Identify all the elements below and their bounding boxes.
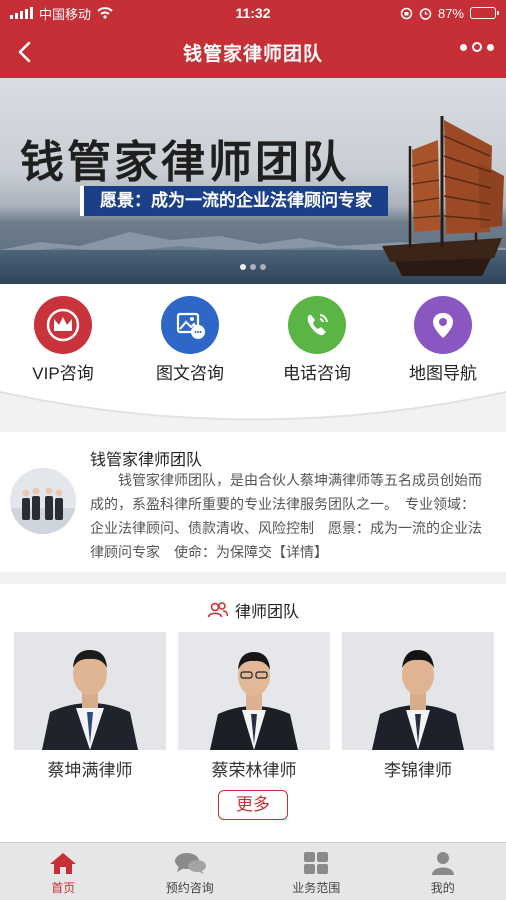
lawyer-portrait-graphic	[14, 632, 166, 750]
phone-consult-button[interactable]: 电话咨询	[267, 296, 367, 384]
lawyer-photo	[178, 632, 330, 750]
phone-icon	[307, 314, 328, 336]
quick-actions: VIP咨询 图文咨询 电话咨询 地图导航	[0, 284, 506, 432]
wifi-icon	[97, 7, 113, 19]
tab-label: 我的	[430, 881, 455, 895]
tab-profile[interactable]: 我的	[380, 843, 506, 900]
lawyer-photo	[14, 632, 166, 750]
quick-action-circle	[34, 296, 92, 354]
banner-title: 钱管家律师团队	[20, 137, 349, 188]
lawyer-card[interactable]: 李锦律师	[342, 632, 494, 781]
status-bar: 中国移动 11:32 87%	[0, 0, 506, 26]
orientation-lock-icon	[400, 7, 413, 19]
dot-icon	[487, 43, 494, 51]
team-section: 律师团队 蔡坤满律师 蔡荣林律师 李锦律师 更多	[0, 584, 506, 842]
quick-action-circle	[288, 296, 346, 354]
chevron-left-icon	[18, 41, 31, 63]
carousel-dot	[240, 264, 246, 270]
back-button[interactable]	[8, 36, 40, 68]
home-icon	[50, 853, 77, 874]
crown-icon	[46, 308, 80, 342]
grid-icon	[304, 852, 329, 874]
curve-divider	[0, 391, 506, 432]
intro-more-link[interactable]: 【详情】	[272, 544, 328, 560]
lawyer-name: 李锦律师	[384, 761, 452, 780]
lawyer-portrait-graphic	[342, 632, 494, 750]
alarm-icon	[419, 7, 432, 20]
vip-consult-button[interactable]: VIP咨询	[13, 296, 113, 384]
carrier-label: 中国移动	[39, 6, 92, 22]
lawyer-name: 蔡荣林律师	[211, 761, 297, 780]
nav-bar: 钱管家律师团队	[0, 26, 506, 78]
tab-label: 预约咨询	[165, 881, 214, 895]
dot-icon	[472, 42, 482, 52]
image-chat-icon	[176, 312, 205, 339]
tab-home[interactable]: 首页	[0, 843, 127, 900]
carousel-dot	[260, 264, 266, 270]
team-photo-graphic	[10, 468, 76, 534]
team-avatar	[10, 468, 76, 534]
intro-title: 钱管家律师团队	[90, 452, 203, 469]
battery-icon	[470, 7, 499, 19]
more-options-button[interactable]	[460, 42, 494, 52]
banner-subtitle: 愿景：成为一流的企业法律顾问专家	[80, 186, 388, 216]
users-icon	[207, 602, 229, 618]
location-pin-icon	[433, 313, 453, 338]
tab-business-scope[interactable]: 业务范围	[253, 843, 380, 900]
carousel-dot	[250, 264, 256, 270]
lawyer-name: 蔡坤满律师	[47, 761, 133, 780]
chat-bubbles-icon	[174, 853, 206, 874]
lawyer-photo	[342, 632, 494, 750]
more-lawyers-button[interactable]: 更多	[218, 790, 288, 820]
image-text-consult-button[interactable]: 图文咨询	[140, 296, 240, 384]
team-heading: 律师团队	[0, 598, 506, 622]
team-heading-label: 律师团队	[234, 604, 299, 621]
page-title: 钱管家律师团队	[182, 43, 323, 65]
tab-label: 业务范围	[292, 881, 341, 895]
battery-percent: 87%	[437, 5, 464, 21]
intro-text: 钱管家律师团队，是由合伙人蔡坤满律师等五名成员创始而成的，系盈科律所重要的专业法…	[90, 468, 488, 564]
user-icon	[431, 852, 454, 875]
lawyer-card[interactable]: 蔡坤满律师	[14, 632, 166, 781]
sailing-ship-graphic	[382, 116, 504, 276]
tab-appointment[interactable]: 预约咨询	[127, 843, 254, 900]
quick-action-circle	[414, 296, 472, 354]
banner-carousel[interactable]: 钱管家律师团队 愿景：成为一流的企业法律顾问专家	[0, 78, 506, 284]
lawyer-card[interactable]: 蔡荣林律师	[178, 632, 330, 781]
tab-label: 首页	[51, 881, 76, 895]
map-navigation-button[interactable]: 地图导航	[393, 296, 493, 384]
signal-icon	[10, 7, 33, 19]
dot-icon	[460, 43, 467, 51]
quick-action-circle	[161, 296, 219, 354]
carousel-indicator	[240, 264, 266, 270]
tab-bar: 首页 预约咨询 业务范围 我的	[0, 842, 506, 900]
team-intro[interactable]: 钱管家律师团队 钱管家律师团队，是由合伙人蔡坤满律师等五名成员创始而成的，系盈科…	[0, 432, 506, 572]
lawyer-portrait-graphic	[178, 632, 330, 750]
header: 中国移动 11:32 87% 钱管家律师团队	[0, 0, 506, 78]
